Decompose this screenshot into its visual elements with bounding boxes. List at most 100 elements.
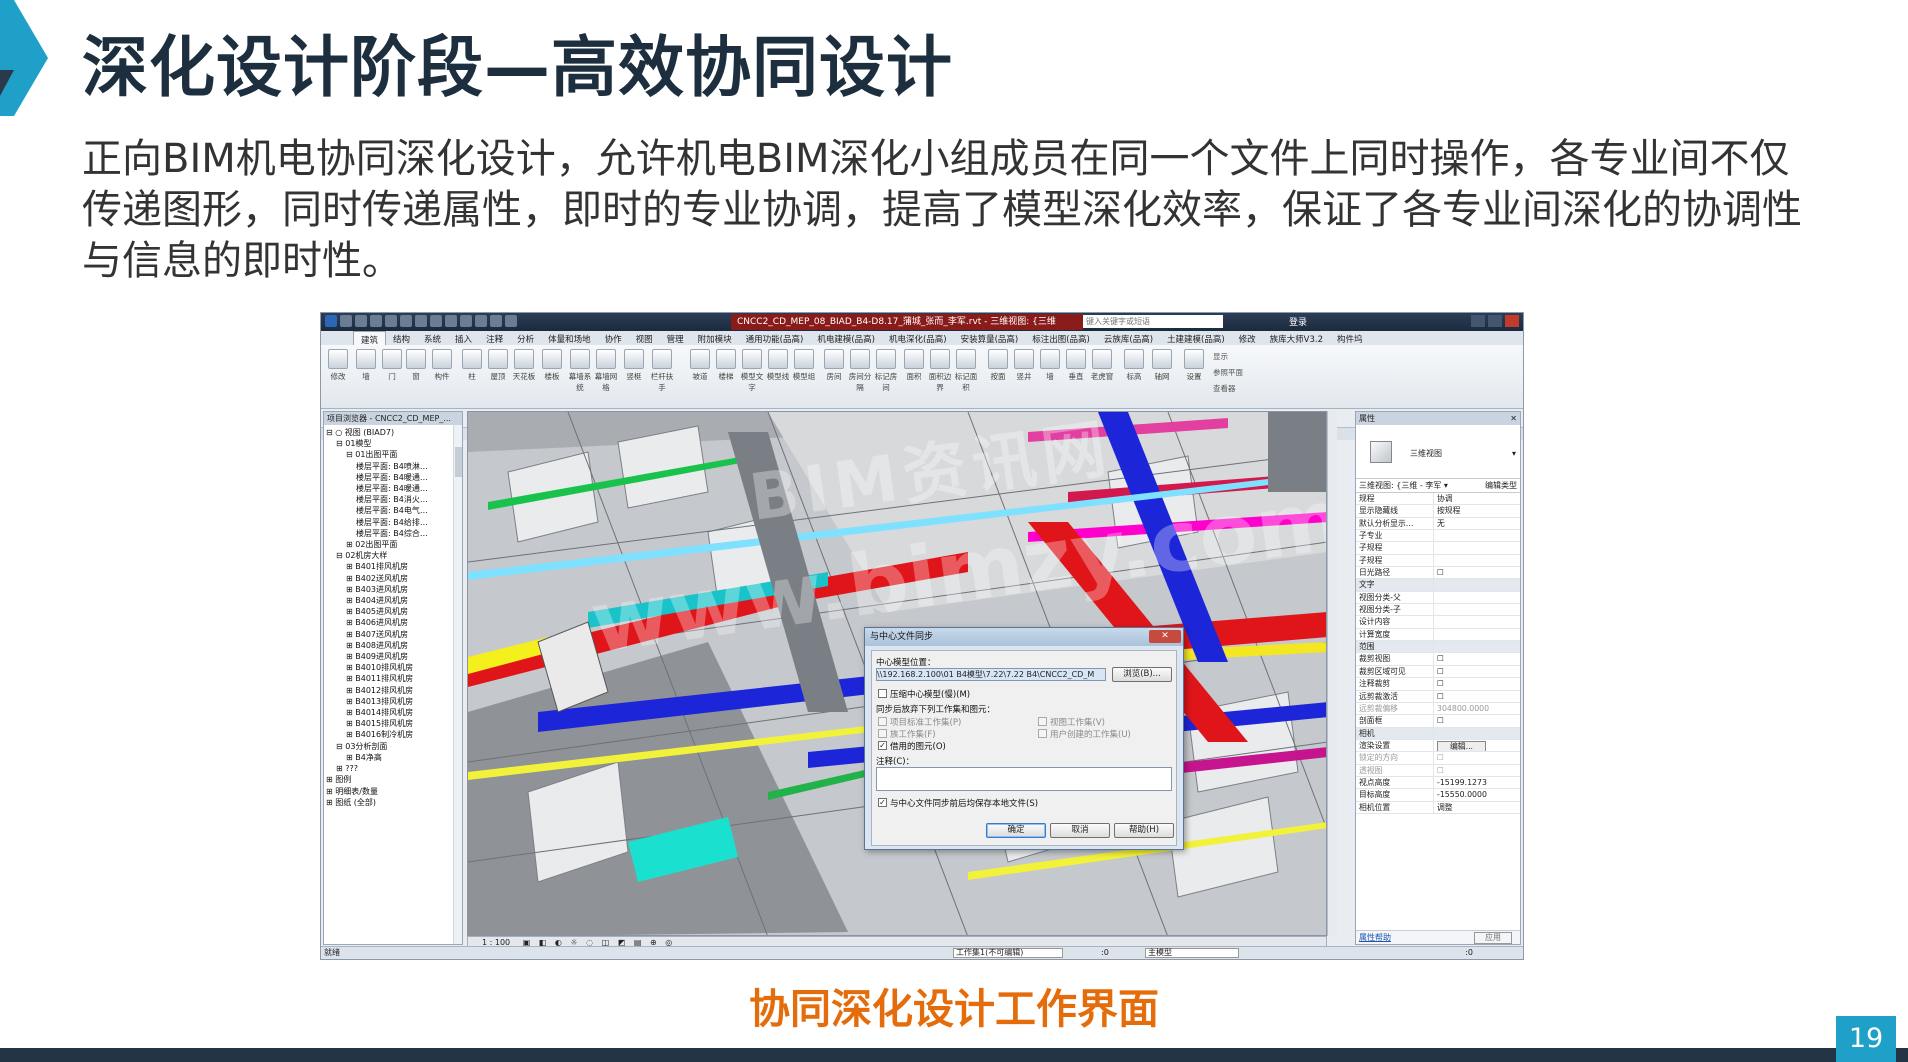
switch-windows-icon[interactable]	[505, 315, 517, 327]
ribbon-button[interactable]: 模型线	[765, 349, 791, 382]
properties-help-link[interactable]: 属性帮助	[1359, 933, 1391, 942]
thin-lines-icon[interactable]	[475, 315, 487, 327]
property-value[interactable]: -15199.1273	[1434, 777, 1520, 788]
sync-icon[interactable]	[370, 315, 382, 327]
ribbon-button[interactable]: 墙	[353, 349, 379, 382]
property-row[interactable]: 相机位置 调整	[1356, 801, 1520, 814]
property-value[interactable]	[1434, 579, 1520, 590]
option-checkbox-borrowed[interactable]: ✓	[878, 741, 887, 750]
open-icon[interactable]	[340, 315, 352, 327]
property-value[interactable]: 编辑...	[1434, 740, 1520, 752]
tree-node[interactable]: ⊞ B405进风机房	[326, 606, 462, 617]
ribbon-button[interactable]: 幕墙网格	[593, 349, 619, 393]
property-value[interactable]	[1434, 728, 1520, 739]
property-row[interactable]: 裁剪区域可见 ☐	[1356, 665, 1520, 679]
ribbon-tab[interactable]: 通用功能(品高)	[739, 331, 811, 345]
tree-node[interactable]: ⊞ 图例	[326, 774, 462, 785]
ribbon-button[interactable]: 竖梃	[621, 349, 647, 382]
property-value[interactable]: 304800.0000	[1434, 703, 1520, 714]
property-value[interactable]	[1434, 592, 1520, 603]
ribbon-button[interactable]: 标高	[1121, 349, 1147, 382]
ribbon-tab[interactable]: 结构	[386, 331, 417, 345]
edit-type-button[interactable]: 编辑类型	[1485, 479, 1517, 493]
ribbon-button[interactable]: 模型组	[791, 349, 817, 382]
help-button[interactable]: 帮助(H)	[1114, 823, 1174, 838]
property-value[interactable]: 无	[1434, 518, 1520, 529]
tree-node[interactable]: 楼层平面: B4给排…	[326, 517, 462, 528]
ribbon-tab[interactable]: 标注出图(品高)	[1025, 331, 1097, 345]
tree-node[interactable]: ⊞ B4015排风机房	[326, 718, 462, 729]
property-row[interactable]: 视图分类-子	[1356, 604, 1520, 617]
ok-button[interactable]: 确定	[986, 823, 1046, 838]
tree-node[interactable]: ⊞ B4净高	[326, 752, 462, 763]
chevron-down-icon[interactable]: ▾	[1512, 449, 1516, 458]
ribbon-small-button[interactable]: 查看器	[1213, 383, 1236, 394]
property-value[interactable]	[1434, 616, 1520, 627]
tree-node[interactable]: ⊟ ○ 视图 (BIAD7)	[326, 427, 462, 438]
login-link[interactable]: 登录	[1289, 315, 1307, 328]
tree-node[interactable]: ⊞ B4013排风机房	[326, 696, 462, 707]
property-value[interactable]: 调整	[1434, 802, 1520, 813]
quick-access-toolbar[interactable]	[325, 315, 517, 327]
tree-node[interactable]: ⊞ B4010排风机房	[326, 662, 462, 673]
tree-node[interactable]: ⊞ B404进风机房	[326, 595, 462, 606]
ribbon-tab[interactable]: 族库大师V3.2	[1263, 331, 1330, 345]
option-checkbox-user-worksets[interactable]	[1038, 729, 1047, 738]
tree-node[interactable]: ⊞ B407送风机房	[326, 629, 462, 640]
property-value[interactable]: -15550.0000	[1434, 789, 1520, 800]
property-row[interactable]: 剖面框 ☐	[1356, 715, 1520, 728]
property-group[interactable]: 范围	[1356, 641, 1520, 654]
tree-node[interactable]: ⊟ 01模型	[326, 438, 462, 449]
3d-view-icon[interactable]	[445, 315, 457, 327]
tree-node[interactable]: ⊟ 01出图平面	[326, 449, 462, 460]
property-value[interactable]: ☐	[1434, 715, 1520, 726]
cancel-button[interactable]: 取消	[1050, 823, 1110, 838]
ribbon-button[interactable]: 幕墙系统	[567, 349, 593, 393]
ribbon-button[interactable]: 天花板	[511, 349, 537, 382]
property-row[interactable]: 视点高度 -15199.1273	[1356, 776, 1520, 790]
text-icon[interactable]	[430, 315, 442, 327]
ribbon-tab[interactable]: 视图	[629, 331, 660, 345]
comment-field[interactable]	[876, 767, 1172, 791]
tree-node[interactable]: 楼层平面: B4暖通…	[326, 483, 462, 494]
browse-button[interactable]: 浏览(B)...	[1112, 667, 1172, 682]
property-row[interactable]: 日光路径 ☐	[1356, 567, 1520, 580]
option-checkbox-family-worksets[interactable]	[878, 729, 887, 738]
property-row[interactable]: 视图分类-父	[1356, 591, 1520, 605]
property-row[interactable]: 目标高度 -15550.0000	[1356, 789, 1520, 802]
maximize-icon[interactable]	[1488, 315, 1502, 327]
ribbon-tab[interactable]: 构件坞	[1330, 331, 1370, 345]
tree-node[interactable]: 楼层平面: B4暖通…	[326, 472, 462, 483]
tree-node[interactable]: ⊞ B402送风机房	[326, 573, 462, 584]
ribbon-button[interactable]: 标记面积	[953, 349, 979, 393]
workset-selector[interactable]: 工作集1(不可编辑)	[953, 948, 1063, 958]
project-browser-scrollbar[interactable]	[453, 425, 462, 944]
tree-node[interactable]: ⊞ ???	[326, 763, 462, 774]
save-icon[interactable]	[355, 315, 367, 327]
tree-node[interactable]: ⊞ B408进风机房	[326, 640, 462, 651]
property-value[interactable]	[1434, 629, 1520, 640]
tree-node[interactable]: ⊞ B4016制冷机房	[326, 729, 462, 740]
property-value[interactable]	[1434, 530, 1520, 541]
ribbon-button[interactable]: 楼板	[539, 349, 565, 382]
property-value[interactable]: ☐	[1434, 691, 1520, 702]
ribbon-tab[interactable]: 分析	[510, 331, 541, 345]
property-value[interactable]: ☐	[1434, 666, 1520, 677]
ribbon-small-button[interactable]: 显示	[1213, 351, 1228, 362]
ribbon-button[interactable]: 房间分隔	[847, 349, 873, 393]
property-row[interactable]: 规程 协调	[1356, 493, 1520, 506]
property-row[interactable]: 远剪裁偏移 304800.0000	[1356, 702, 1520, 716]
tree-node[interactable]: ⊞ 明细表/数量	[326, 786, 462, 797]
instance-selector[interactable]: 三维视图: {三维 - 李军 ▾ 编辑类型	[1356, 479, 1520, 493]
tree-node[interactable]: 楼层平面: B4综合…	[326, 528, 462, 539]
property-value[interactable]: ☐	[1434, 567, 1520, 578]
tree-node[interactable]: ⊞ B4014排风机房	[326, 707, 462, 718]
option-checkbox-view-worksets[interactable]	[1038, 717, 1047, 726]
app-menu-icon[interactable]	[325, 315, 337, 327]
property-row[interactable]: 远剪裁激活 ☐	[1356, 690, 1520, 703]
property-row[interactable]: 裁剪视图 ☐	[1356, 653, 1520, 666]
property-group[interactable]: 相机	[1356, 727, 1520, 740]
ribbon-button[interactable]: 墙	[1037, 349, 1063, 382]
ribbon-button[interactable]: 楼梯	[713, 349, 739, 382]
ribbon-tab[interactable]: 安装算量(品高)	[954, 331, 1026, 345]
